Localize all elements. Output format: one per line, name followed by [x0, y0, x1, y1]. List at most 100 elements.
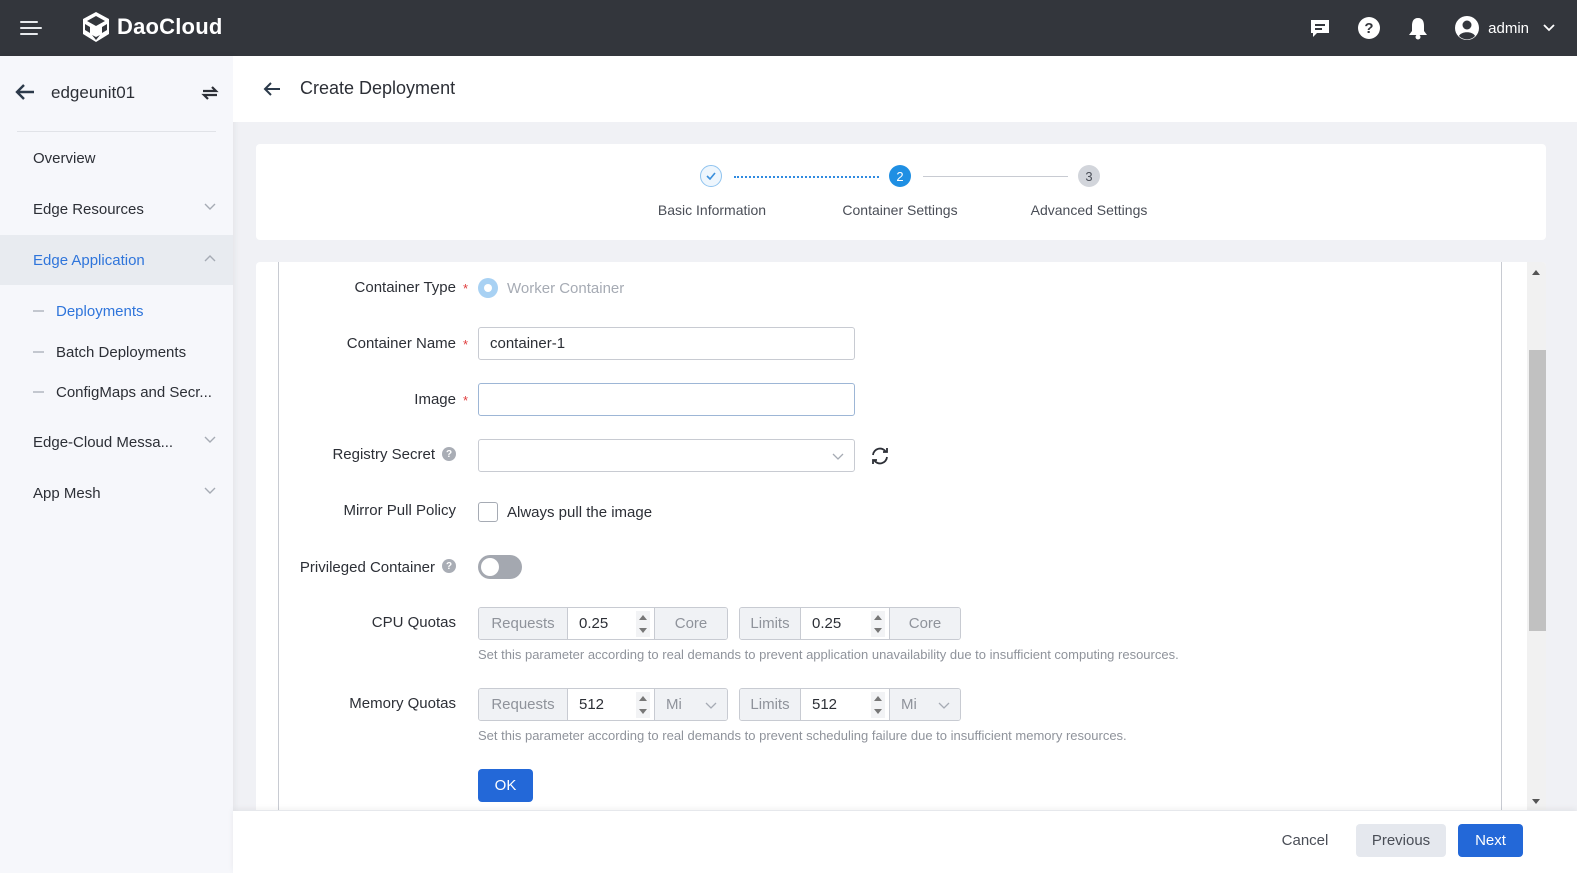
sidebar-item-edge-resources[interactable]: Edge Resources	[0, 184, 233, 234]
scroll-thumb[interactable]	[1529, 350, 1546, 631]
cpu-requests-unit: Core	[655, 608, 727, 639]
workspace-title: edgeunit01	[51, 83, 136, 102]
cpu-limits-group: Limits 0.25 Core	[739, 607, 961, 640]
stepper[interactable]	[636, 611, 650, 637]
sidebar-subitem-label: ConfigMaps and Secr...	[56, 383, 212, 401]
bell-icon[interactable]	[1405, 15, 1431, 41]
container-type-value: Worker Container	[507, 280, 625, 297]
logo[interactable]: DaoCloud	[81, 11, 222, 43]
stepper[interactable]	[871, 611, 885, 637]
dash-icon	[33, 351, 44, 353]
image-input[interactable]	[478, 383, 855, 416]
step-number: 2	[896, 168, 904, 184]
increment-icon[interactable]	[874, 615, 882, 620]
daocloud-logo-icon	[83, 12, 109, 42]
always-pull-checkbox[interactable]	[478, 502, 498, 522]
memory-limits-unit-select[interactable]: Mi	[890, 689, 960, 720]
decrement-icon[interactable]	[874, 709, 882, 714]
container-name-label: Container Name	[346, 335, 456, 352]
container-form: Container Type * Worker Container Contai…	[256, 262, 1546, 810]
sidebar-item-label: Overview	[33, 149, 96, 167]
scrollbar[interactable]	[1527, 262, 1546, 810]
ok-button[interactable]: OK	[478, 769, 533, 802]
decrement-icon[interactable]	[639, 628, 647, 633]
step-3-pending: 3	[1078, 165, 1100, 187]
avatar-icon	[1455, 16, 1480, 40]
registry-secret-select[interactable]	[478, 439, 855, 472]
sidebar-item-app-mesh[interactable]: App Mesh	[0, 468, 233, 518]
help-icon[interactable]: ?	[442, 559, 456, 573]
steps-card: 2 3 Basic Information Container Settings…	[256, 144, 1546, 240]
help-icon[interactable]: ?	[442, 447, 456, 461]
brand-name: DaoCloud	[117, 14, 223, 39]
step-2-current: 2	[889, 165, 911, 187]
increment-icon[interactable]	[639, 615, 647, 620]
dash-icon	[33, 391, 44, 393]
stepper[interactable]	[871, 692, 885, 718]
username: admin	[1488, 19, 1529, 37]
cpu-limits-unit: Core	[890, 608, 960, 639]
chevron-up-icon	[204, 255, 216, 262]
increment-icon[interactable]	[639, 696, 647, 701]
sidebar-subitem-deployments[interactable]: Deployments	[0, 292, 233, 330]
switch-icon[interactable]	[200, 84, 220, 102]
memory-requests-input[interactable]: 512	[567, 689, 655, 720]
memory-requests-group: Requests 512 Mi	[478, 688, 728, 721]
memory-limits-value: 512	[812, 696, 838, 713]
sidebar-item-edge-application[interactable]: Edge Application	[0, 235, 233, 285]
user-menu[interactable]: admin	[1454, 15, 1555, 41]
cpu-limits-input[interactable]: 0.25	[800, 608, 890, 639]
sidebar-subitem-label: Batch Deployments	[56, 343, 187, 361]
decrement-icon[interactable]	[639, 709, 647, 714]
help-icon[interactable]: ?	[1356, 15, 1382, 41]
step-number: 3	[1085, 168, 1093, 184]
sidebar-subitem-configmaps[interactable]: ConfigMaps and Secr...	[0, 373, 233, 411]
sidebar-subitem-batch-deployments[interactable]: Batch Deployments	[0, 333, 233, 371]
step-label: Basic Information	[657, 202, 767, 218]
back-arrow-icon[interactable]	[14, 82, 36, 102]
increment-icon[interactable]	[874, 696, 882, 701]
previous-button[interactable]: Previous	[1356, 824, 1446, 857]
memory-limits-unit: Mi	[901, 696, 917, 713]
memory-limits-group: Limits 512 Mi	[739, 688, 961, 721]
menu-icon[interactable]	[20, 19, 42, 37]
step-connector-2	[923, 176, 1068, 177]
cpu-hint: Set this parameter according to real dem…	[478, 647, 1179, 662]
dash-icon	[33, 310, 44, 312]
container-name-input[interactable]: container-1	[478, 327, 855, 360]
cpu-requests-input[interactable]: 0.25	[567, 608, 655, 639]
sidebar-item-overview[interactable]: Overview	[0, 133, 233, 183]
back-arrow-icon[interactable]	[262, 81, 282, 97]
step-label: Advanced Settings	[1030, 202, 1148, 218]
top-bar: DaoCloud ? admin	[0, 0, 1577, 56]
sidebar-item-label: Edge Application	[33, 251, 145, 269]
memory-requests-unit-select[interactable]: Mi	[655, 689, 727, 720]
svg-text:?: ?	[1365, 20, 1374, 37]
memory-limits-addon: Limits	[740, 689, 800, 720]
sidebar-item-edge-cloud-messaging[interactable]: Edge-Cloud Messa...	[0, 417, 233, 467]
scroll-down-icon[interactable]	[1532, 799, 1540, 804]
message-icon[interactable]	[1307, 15, 1333, 41]
memory-limits-input[interactable]: 512	[800, 689, 890, 720]
memory-requests-unit: Mi	[666, 696, 682, 713]
decrement-icon[interactable]	[874, 628, 882, 633]
step-1-done	[700, 165, 722, 187]
refresh-icon[interactable]	[870, 446, 890, 466]
next-button[interactable]: Next	[1458, 824, 1523, 857]
worker-container-radio[interactable]	[478, 278, 498, 298]
privileged-toggle[interactable]	[478, 555, 522, 579]
stepper[interactable]	[636, 692, 650, 718]
footer-bar: Cancel Previous Next	[233, 811, 1577, 873]
cancel-button[interactable]: Cancel	[1269, 824, 1341, 857]
cpu-requests-group: Requests 0.25 Core	[478, 607, 728, 640]
page-header: Create Deployment	[233, 56, 1577, 122]
chevron-down-icon	[204, 436, 216, 443]
chevron-down-icon	[705, 702, 717, 709]
image-label: Image	[414, 391, 456, 408]
sidebar: edgeunit01 Overview Edge Resources Edge …	[0, 56, 233, 873]
chevron-down-icon	[1543, 24, 1555, 32]
registry-secret-label: Registry Secret	[332, 446, 435, 463]
scroll-up-icon[interactable]	[1532, 270, 1540, 275]
chevron-down-icon	[938, 702, 950, 709]
sidebar-item-label: Edge-Cloud Messa...	[33, 433, 174, 451]
